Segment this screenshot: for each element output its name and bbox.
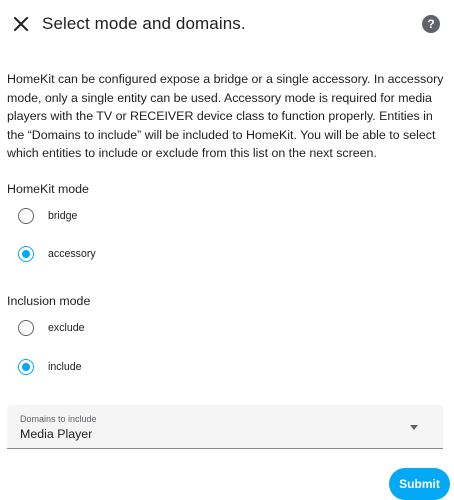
domains-select-value: Media Player <box>20 427 93 441</box>
radio-label: exclude <box>48 322 85 334</box>
radio-button[interactable] <box>18 208 34 224</box>
close-icon <box>14 17 28 31</box>
radio-option-bridge[interactable]: bridge <box>16 205 216 229</box>
radio-option-exclude[interactable]: exclude <box>16 317 216 341</box>
submit-button[interactable]: Submit <box>389 468 450 500</box>
close-button[interactable] <box>10 13 32 35</box>
radio-button[interactable] <box>18 320 34 336</box>
homekit-mode-label: HomeKit mode <box>7 182 89 196</box>
domains-select[interactable]: Domains to include Media Player <box>7 405 443 449</box>
radio-option-accessory[interactable]: accessory <box>16 243 216 267</box>
radio-label: bridge <box>48 210 78 222</box>
radio-label: accessory <box>48 248 96 260</box>
inclusion-mode-label: Inclusion mode <box>7 294 91 308</box>
help-icon: ? <box>427 17 435 31</box>
radio-button[interactable] <box>18 246 34 262</box>
domains-select-label: Domains to include <box>20 414 97 424</box>
help-button[interactable]: ? <box>422 15 440 33</box>
homekit-options-dialog: Select mode and domains. ? HomeKit can b… <box>0 0 454 500</box>
dialog-title: Select mode and domains. <box>42 14 246 33</box>
radio-label: include <box>48 361 82 373</box>
radio-option-include[interactable]: include <box>16 356 216 380</box>
dialog-description: HomeKit can be configured expose a bridg… <box>7 72 444 161</box>
radio-button[interactable] <box>18 359 34 375</box>
chevron-down-icon <box>410 425 418 430</box>
dialog-header: Select mode and domains. ? <box>0 0 454 48</box>
